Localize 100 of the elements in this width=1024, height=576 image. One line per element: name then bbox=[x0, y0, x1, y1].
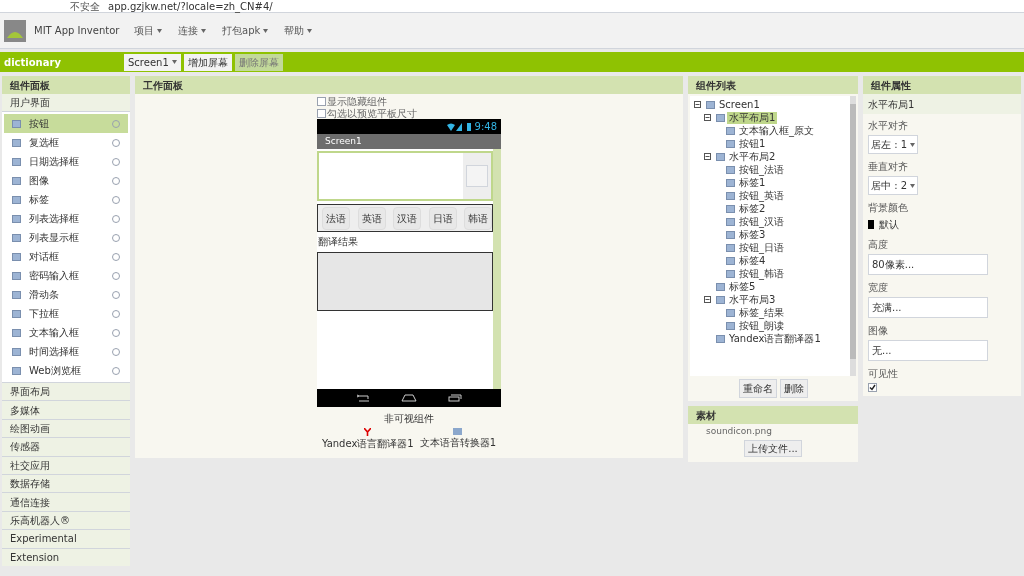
property-dropdown[interactable]: 居中 : 2 bbox=[868, 176, 919, 195]
property-label: 可见性 bbox=[868, 367, 899, 381]
category-header[interactable]: 绘图动画 bbox=[2, 418, 130, 438]
menu-item[interactable]: 连接 bbox=[178, 23, 198, 38]
menu-item[interactable]: 项目 bbox=[134, 23, 154, 38]
palette-item[interactable]: 列表选择框 bbox=[4, 209, 128, 228]
palette-item[interactable]: 日期选择框 bbox=[4, 152, 128, 171]
palette-item[interactable]: 下拉框 bbox=[4, 304, 128, 323]
component-button[interactable]: 删除 bbox=[779, 379, 808, 398]
component-icon bbox=[12, 347, 21, 356]
checkbox[interactable] bbox=[868, 383, 877, 392]
category-header[interactable]: 多媒体 bbox=[2, 400, 130, 419]
selected-component-name: 水平布局1 bbox=[863, 94, 1021, 114]
screen-dropdown[interactable]: Screen1 bbox=[124, 53, 181, 71]
property-dropdown[interactable]: 居左 : 1 bbox=[868, 135, 919, 154]
property-field[interactable]: 充满... bbox=[868, 297, 988, 318]
tree-item[interactable]: 标签5 bbox=[727, 280, 758, 293]
category-header[interactable]: Extension bbox=[2, 547, 130, 566]
checkbox[interactable] bbox=[317, 108, 326, 118]
component-icon bbox=[12, 138, 21, 147]
tree-item[interactable]: 按钮_韩语 bbox=[737, 267, 786, 280]
menu-item[interactable]: 打包apk bbox=[222, 23, 261, 38]
tree-item[interactable]: 按钮_汉语 bbox=[737, 215, 786, 228]
category-header[interactable]: Experimental bbox=[2, 529, 130, 548]
color-swatch[interactable] bbox=[868, 220, 874, 229]
property-field[interactable]: 无... bbox=[868, 340, 988, 361]
recents-icon[interactable] bbox=[447, 394, 462, 402]
screen-title-bar: Screen1 bbox=[317, 134, 501, 149]
tree-item[interactable]: 标签4 bbox=[737, 254, 768, 267]
tree-item[interactable]: 按钮_法语 bbox=[737, 163, 786, 176]
panel-title: 组件列表 bbox=[688, 76, 858, 94]
property-label: 背景颜色 bbox=[868, 201, 909, 215]
phone-button[interactable]: 汉语 bbox=[393, 206, 421, 230]
tree-item[interactable]: 标签1 bbox=[737, 176, 768, 189]
palette-item[interactable]: 时间选择框 bbox=[4, 342, 128, 361]
palette-item[interactable]: 滑动条 bbox=[4, 285, 128, 304]
component-icon bbox=[12, 214, 21, 223]
tree-item[interactable]: Screen1 bbox=[717, 98, 762, 111]
collapse-toggle[interactable] bbox=[704, 296, 711, 303]
palette-item[interactable]: Web浏览框 bbox=[4, 361, 128, 380]
palette-item[interactable]: 图像 bbox=[4, 171, 128, 190]
palette-item[interactable]: 密码输入框 bbox=[4, 266, 128, 285]
tree-item[interactable]: 标签3 bbox=[737, 228, 768, 241]
tree-item[interactable]: 水平布局1 bbox=[727, 111, 778, 124]
caret-icon bbox=[171, 60, 177, 64]
tree-item[interactable]: 文本输入框_原文 bbox=[737, 124, 816, 137]
option-label: 显示隐藏组件 bbox=[327, 94, 387, 108]
address-bar[interactable]: 不安全 app.gzjkw.net/?locale=zh_CN#4/ bbox=[0, 0, 1024, 13]
component-button[interactable]: 重命名 bbox=[738, 379, 777, 398]
tree-item[interactable]: 按钮_英语 bbox=[737, 189, 786, 202]
palette-item[interactable]: 列表显示框 bbox=[4, 228, 128, 247]
tree-item[interactable]: 按钮_日语 bbox=[737, 241, 786, 254]
tree-item[interactable]: 水平布局3 bbox=[727, 293, 778, 306]
tree-item[interactable]: 按钮_朗读 bbox=[737, 319, 786, 332]
palette-item[interactable]: 复选框 bbox=[4, 133, 128, 152]
tree-item[interactable]: 标签2 bbox=[737, 202, 768, 215]
palette-item[interactable]: 文本输入框 bbox=[4, 323, 128, 342]
component-icon bbox=[12, 328, 21, 337]
palette-item[interactable]: 对话框 bbox=[4, 247, 128, 266]
category-header[interactable]: 社交应用 bbox=[2, 455, 130, 474]
menu-item[interactable]: 帮助 bbox=[284, 23, 305, 38]
phone-button[interactable]: 日语 bbox=[428, 206, 457, 230]
collapse-toggle[interactable] bbox=[694, 101, 701, 108]
security-label: 不安全 bbox=[70, 0, 100, 14]
phone-button[interactable]: 法语 bbox=[322, 206, 350, 230]
upload-button[interactable]: 上传文件... bbox=[744, 439, 802, 457]
caret-icon bbox=[307, 28, 313, 33]
tree-item[interactable]: 水平布局2 bbox=[727, 150, 778, 163]
category-header[interactable]: 通信连接 bbox=[2, 492, 130, 511]
toolbar-button[interactable]: 增加屏幕 bbox=[183, 53, 232, 71]
back-icon[interactable] bbox=[356, 394, 371, 402]
palette-item[interactable]: 标签 bbox=[4, 190, 128, 209]
tree-item[interactable]: Yandex语言翻译器1 bbox=[727, 332, 823, 345]
phone-button[interactable]: 英语 bbox=[357, 206, 386, 230]
collapse-toggle[interactable] bbox=[704, 153, 711, 160]
phone-button[interactable]: 韩语 bbox=[464, 206, 492, 230]
component-icon bbox=[12, 233, 21, 242]
battery-icon bbox=[466, 122, 471, 131]
nonvisible-title: 非可视组件 bbox=[384, 412, 434, 426]
phone-time: 9:48 bbox=[474, 120, 497, 134]
media-file[interactable]: soundicon.png bbox=[688, 425, 858, 439]
caret-icon bbox=[263, 28, 269, 33]
category-header[interactable]: 界面布局 bbox=[2, 382, 130, 401]
tree-item[interactable]: 标签_结果 bbox=[737, 306, 786, 319]
url-text: app.gzjkw.net/?locale=zh_CN#4/ bbox=[108, 0, 273, 14]
phone-button[interactable] bbox=[466, 165, 488, 187]
category-header[interactable]: 传感器 bbox=[2, 437, 130, 456]
checkbox[interactable] bbox=[317, 96, 326, 106]
category-header[interactable]: 数据存储 bbox=[2, 473, 130, 493]
collapse-toggle[interactable] bbox=[704, 114, 711, 121]
palette-item[interactable]: 按钮 bbox=[4, 114, 128, 133]
tree-item[interactable]: 按钮1 bbox=[737, 137, 768, 150]
home-icon[interactable] bbox=[401, 394, 417, 402]
nonvisible-component: Yandex语言翻译器1 bbox=[321, 437, 414, 451]
category-header[interactable]: 乐高机器人® bbox=[2, 510, 130, 530]
property-field[interactable]: 80像素... bbox=[868, 254, 988, 275]
app-logo-text[interactable]: MIT App Inventor bbox=[34, 23, 126, 38]
property-label: 垂直对齐 bbox=[868, 160, 909, 174]
scrollbar[interactable] bbox=[493, 149, 501, 389]
component-icon bbox=[12, 176, 21, 185]
